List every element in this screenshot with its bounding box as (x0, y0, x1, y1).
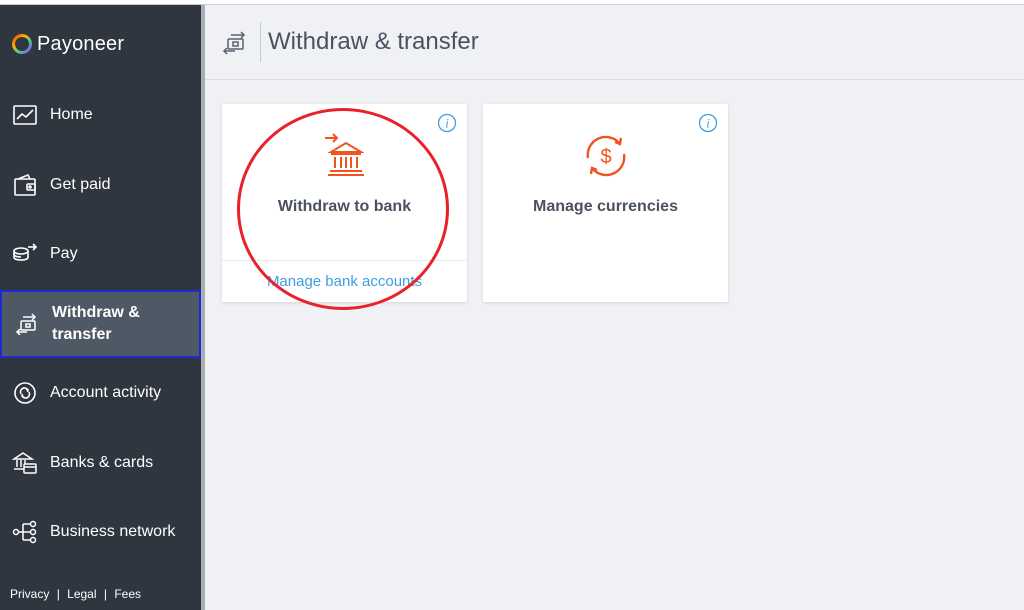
info-icon[interactable]: i (437, 113, 457, 133)
brand-name: Payoneer (37, 32, 125, 55)
sidebar-scrollbar[interactable] (201, 5, 205, 610)
sidebar-item-pay[interactable]: Pay (0, 220, 201, 288)
withdraw-to-bank-card[interactable]: i Withdraw to bank Manage bank accounts (222, 104, 467, 302)
sidebar-item-withdraw-transfer[interactable]: Withdraw & transfer (0, 290, 201, 358)
currency-exchange-icon: $ (580, 130, 632, 182)
page-header: Withdraw & transfer (205, 5, 1024, 80)
chart-icon (12, 102, 38, 128)
activity-icon (12, 380, 38, 406)
wallet-icon (12, 172, 38, 198)
footer-separator: | (103, 587, 107, 601)
sidebar-item-account-activity[interactable]: Account activity (0, 359, 201, 427)
card-title: Withdraw to bank (277, 198, 412, 215)
svg-text:i: i (706, 116, 710, 131)
sidebar-item-banks-cards[interactable]: Banks & cards (0, 429, 201, 497)
sidebar-item-label: Business network (50, 523, 176, 540)
payoneer-ring-icon (12, 34, 32, 54)
sidebar-item-label: Withdraw & transfer (52, 304, 140, 343)
payoneer-logo[interactable]: Payoneer (11, 33, 124, 55)
bank-card-icon (12, 450, 38, 476)
footer-links: Privacy | Legal | Fees (10, 587, 141, 601)
network-icon (12, 519, 38, 545)
sidebar-item-business-network[interactable]: Business network (0, 498, 201, 566)
footer-separator: | (56, 587, 60, 601)
sidebar-item-label: Home (50, 106, 93, 123)
manage-currencies-card[interactable]: i $ Manage currencies (483, 104, 728, 302)
page-title: Withdraw & transfer (268, 28, 479, 55)
legal-link[interactable]: Legal (67, 587, 96, 601)
sidebar-item-label: Get paid (50, 176, 111, 193)
manage-bank-accounts-link[interactable]: Manage bank accounts (222, 273, 467, 290)
svg-text:$: $ (600, 146, 611, 168)
privacy-link[interactable]: Privacy (10, 587, 49, 601)
sidebar-item-home[interactable]: Home (0, 81, 201, 149)
svg-text:i: i (445, 116, 449, 131)
pay-icon (12, 241, 38, 267)
header-divider (260, 22, 261, 62)
sidebar-item-label: Account activity (50, 384, 162, 401)
card-divider (222, 260, 467, 261)
card-title: Manage currencies (533, 198, 678, 215)
info-icon[interactable]: i (698, 113, 718, 133)
sidebar-item-get-paid[interactable]: Get paid (0, 151, 201, 219)
bank-withdraw-icon (319, 130, 371, 182)
transfer-icon (221, 31, 249, 55)
sidebar: Payoneer Home Get paid Pay Withdraw & tr… (0, 5, 201, 610)
fees-link[interactable]: Fees (114, 587, 141, 601)
sidebar-item-label: Banks & cards (50, 454, 154, 471)
sidebar-item-label: Pay (50, 245, 78, 262)
transfer-icon (14, 311, 40, 337)
